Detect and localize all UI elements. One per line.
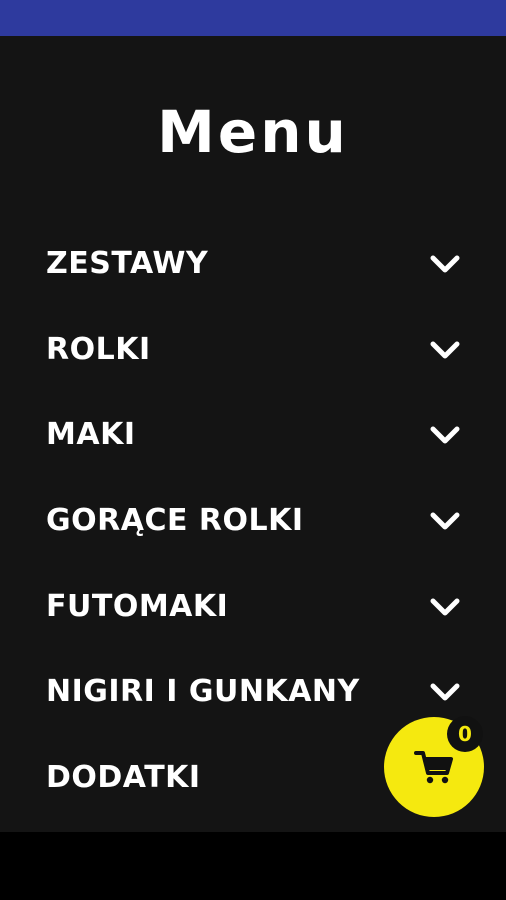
menu-item-rolki[interactable]: ROLKI (0, 308, 506, 394)
chevron-down-icon[interactable] (428, 250, 462, 278)
chevron-down-icon[interactable] (428, 336, 462, 364)
menu-item-label: DODATKI (46, 760, 201, 796)
cart-count-badge: 0 (447, 716, 483, 752)
menu-item-gorace-rolki[interactable]: GORĄCE ROLKI (0, 479, 506, 565)
menu-item-label: MAKI (46, 417, 136, 453)
menu-item-label: GORĄCE ROLKI (46, 503, 304, 539)
menu-item-label: ROLKI (46, 331, 151, 367)
app-screen: Menu ZESTAWY ROLKI MAKI GORĄCE ROLKI FUT… (0, 0, 506, 900)
navigation-bar (0, 832, 506, 900)
chevron-down-icon[interactable] (428, 421, 462, 449)
menu-item-futomaki[interactable]: FUTOMAKI (0, 565, 506, 651)
chevron-down-icon[interactable] (428, 678, 462, 706)
menu-item-label: NIGIRI I GUNKANY (46, 674, 360, 710)
page-title: Menu (157, 98, 349, 166)
cart-icon (414, 751, 453, 784)
menu-item-maki[interactable]: MAKI (0, 393, 506, 479)
chevron-down-icon[interactable] (428, 593, 462, 621)
chevron-down-icon[interactable] (428, 507, 462, 535)
menu-item-label: ZESTAWY (46, 246, 209, 281)
menu-item-label: FUTOMAKI (46, 588, 229, 624)
menu-item-zestawy[interactable]: ZESTAWY (0, 222, 506, 308)
status-bar (0, 0, 506, 36)
